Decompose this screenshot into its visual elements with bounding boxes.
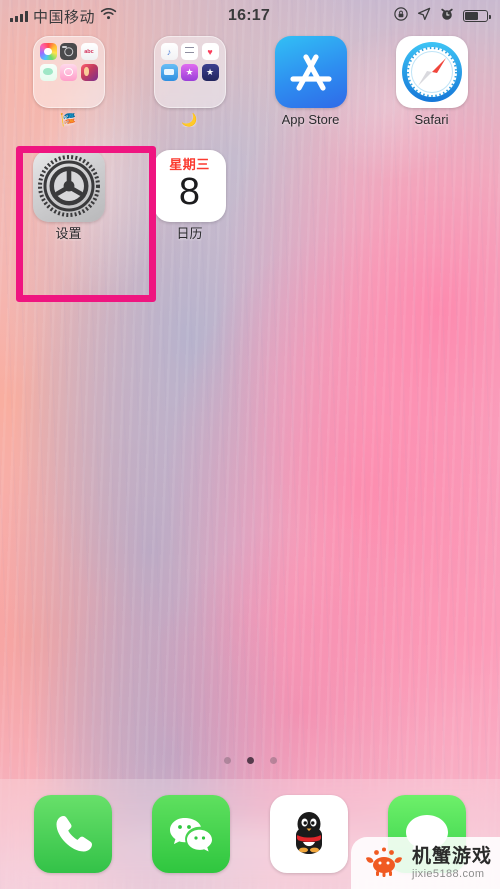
status-bar-center: 16:17 <box>228 7 270 25</box>
page-dot-active[interactable] <box>246 757 254 764</box>
folder-photo-apps-icon[interactable]: abc <box>32 36 105 108</box>
watermark-text: 机蟹游戏 jixie5188.com <box>412 847 492 880</box>
location-arrow-icon <box>417 7 431 26</box>
safari-compass-icon[interactable] <box>395 36 468 108</box>
calendar-icon[interactable]: 星期三 8 <box>153 150 226 222</box>
settings-label: 设置 <box>55 227 82 241</box>
folder-media-apps-label: 🌙 <box>181 113 198 127</box>
home-item-calendar[interactable]: 星期三 8 日历 <box>129 150 250 256</box>
itunes-store-icon <box>181 63 198 81</box>
status-bar-left: 中国移动 <box>0 6 228 27</box>
folder-media-apps-icon[interactable] <box>153 36 226 108</box>
page-dot[interactable] <box>223 757 231 764</box>
folder-photo-apps-label: 🎏 <box>60 113 77 127</box>
grid-empty-slot <box>371 150 492 256</box>
calendar-label: 日历 <box>176 227 203 241</box>
files-icon <box>160 63 178 81</box>
wechat-bubbles-icon[interactable] <box>152 795 230 873</box>
grid-empty-slot <box>250 150 371 256</box>
safari-label: Safari <box>414 113 449 127</box>
qq-penguin-icon[interactable] <box>270 795 348 873</box>
wifi-icon <box>100 7 117 25</box>
page-dot[interactable] <box>269 757 277 764</box>
home-item-safari[interactable]: Safari <box>371 36 492 142</box>
snapchat-icon <box>39 63 57 81</box>
app-grid: abc 🎏 🌙 <box>0 36 500 256</box>
notes-icon: abc <box>80 43 98 60</box>
crab-logo-icon <box>363 844 405 883</box>
instagram-icon <box>60 63 77 81</box>
camera-icon <box>60 43 77 60</box>
watermark-url: jixie5188.com <box>411 868 485 880</box>
status-bar: 中国移动 16:17 <box>0 0 500 32</box>
battery-icon <box>463 10 491 22</box>
collage-icon <box>80 63 98 81</box>
home-item-folder-photo-apps[interactable]: abc 🎏 <box>8 36 129 142</box>
carrier-label: 中国移动 <box>33 8 96 26</box>
imovie-icon <box>201 63 219 81</box>
watermark: 机蟹游戏 jixie5188.com <box>350 837 500 889</box>
calendar-weekday: 星期三 <box>169 157 210 172</box>
alarm-clock-icon <box>440 7 454 26</box>
status-bar-clock: 16:17 <box>228 7 270 24</box>
settings-gear-icon[interactable] <box>32 150 105 222</box>
reminders-icon <box>181 43 198 60</box>
status-bar-right <box>270 6 500 26</box>
phone-handset-icon[interactable] <box>34 795 112 873</box>
app-store-icon[interactable] <box>274 36 347 108</box>
page-indicator[interactable] <box>0 757 500 764</box>
app-store-label: App Store <box>281 113 340 127</box>
home-item-folder-media-apps[interactable]: 🌙 <box>129 36 250 142</box>
cellular-bars-icon <box>10 10 28 22</box>
home-item-settings[interactable]: 设置 <box>8 150 129 256</box>
photos-icon <box>39 43 57 60</box>
health-icon <box>201 43 219 60</box>
iphone-home-screen: 中国移动 16:17 abc 🎏 ♪ ♥ ★ ★ 🌙 App Store Saf… <box>0 0 500 889</box>
music-icon <box>160 43 178 60</box>
rotation-lock-icon <box>394 6 408 26</box>
home-item-app-store[interactable]: App Store <box>250 36 371 142</box>
watermark-title: 机蟹游戏 <box>411 846 492 867</box>
calendar-day: 8 <box>178 171 201 213</box>
